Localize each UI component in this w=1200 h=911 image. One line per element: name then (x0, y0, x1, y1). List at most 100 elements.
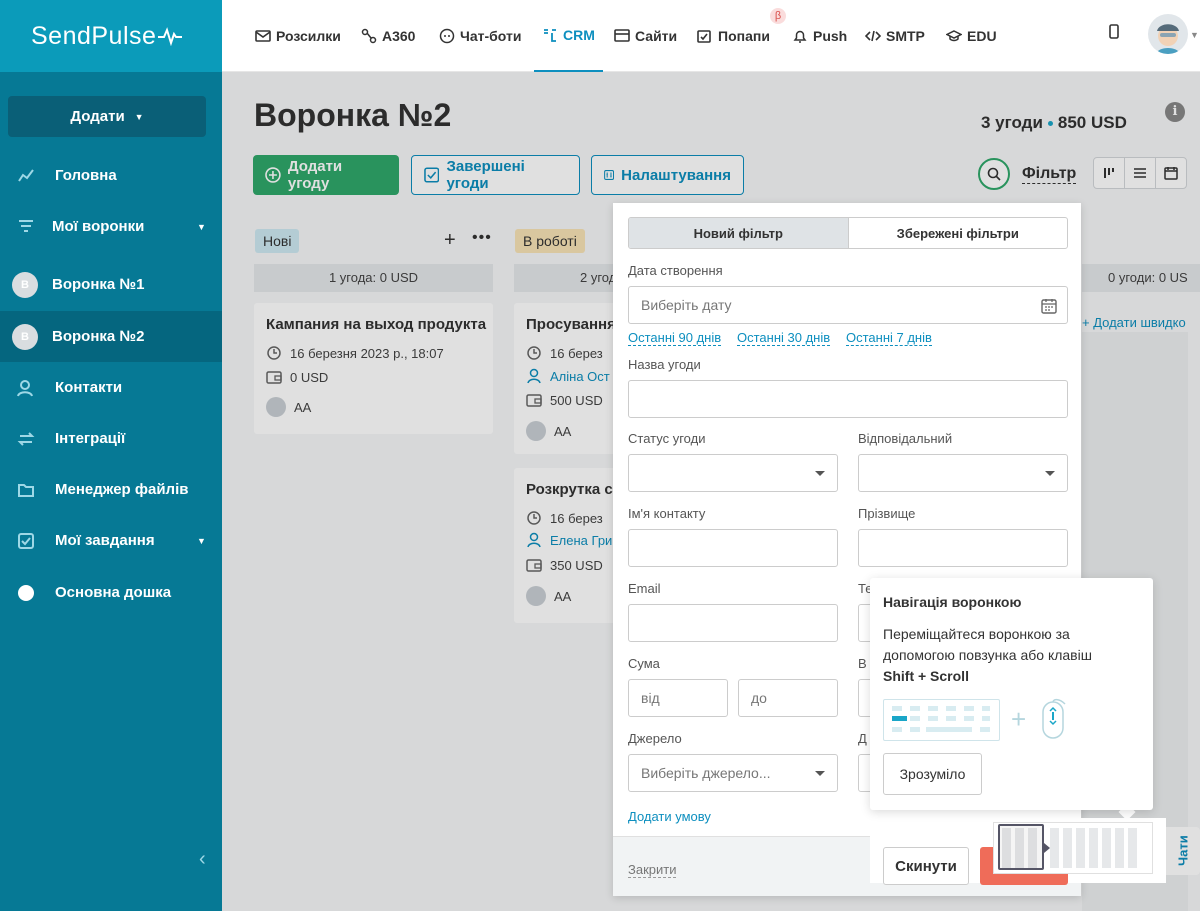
mobile-icon[interactable] (1108, 24, 1120, 40)
source-select[interactable]: Виберіть джерело... (628, 754, 838, 792)
caret-down-icon: ▼ (134, 111, 144, 122)
sidebar-item-my-tasks[interactable]: Мої завдання ▼ (0, 515, 222, 566)
responsible-select[interactable] (858, 454, 1068, 492)
sidebar-item-contacts[interactable]: Контакти (0, 362, 222, 413)
caret-down-icon (1045, 471, 1055, 476)
add-button[interactable]: Додати ▼ (8, 96, 206, 137)
got-it-button[interactable]: Зрозуміло (883, 753, 982, 795)
last-7-days-link[interactable]: Останні 7 днів (846, 330, 932, 346)
caret-down-icon: ▼ (197, 221, 206, 232)
nav-smtp[interactable]: SMTP (865, 0, 925, 72)
automation-icon (361, 28, 377, 44)
nav-label: CRM (563, 27, 595, 43)
status-select[interactable] (628, 454, 838, 492)
nav-mailings[interactable]: Розсилки (255, 0, 341, 72)
nav-label: Сайти (635, 28, 678, 44)
last-90-days-link[interactable]: Останні 90 днів (628, 330, 722, 346)
caret-down-icon (815, 771, 825, 776)
nav-push[interactable]: Push (792, 0, 847, 72)
popup-icon (697, 30, 711, 43)
created-date-label: Дата створення (628, 263, 723, 278)
integrations-icon (17, 432, 35, 446)
sidebar-item-label: Мої воронки (52, 218, 145, 235)
mail-icon (255, 30, 271, 42)
collapse-sidebar-icon[interactable]: ‹ (199, 848, 206, 871)
add-condition-link[interactable]: Додати умову (628, 809, 711, 824)
sum-label: Сума (628, 656, 660, 671)
mouse-scroll-icon (1042, 698, 1066, 739)
sidebar: SendPulse Додати ▼ Головна Мої воронки ▼… (0, 0, 222, 911)
sum-to-input[interactable]: до (738, 679, 838, 717)
minimap-viewport-handle[interactable] (998, 824, 1044, 870)
funnel-avatar: B (12, 271, 38, 298)
add-button-label: Додати (70, 108, 125, 125)
source-label: Джерело (628, 731, 682, 746)
sidebar-item-funnel-1[interactable]: B Воронка №1 (0, 259, 222, 310)
nav-chatbots[interactable]: Чат-боти (439, 0, 521, 72)
caret-down-icon: ▼ (197, 535, 206, 546)
keyboard-illustration-icon (883, 699, 1000, 741)
nav-popups[interactable]: Попапи (697, 0, 770, 72)
last-30-days-link[interactable]: Останні 30 днів (737, 330, 831, 346)
sum-from-placeholder: від (641, 690, 660, 706)
nav-a360[interactable]: A360 (361, 0, 415, 72)
navigation-tooltip: Навігація воронкою Переміщайтеся воронко… (870, 578, 1153, 810)
top-navigation: Розсилки A360 Чат-боти CRM Сайти Попапи … (222, 0, 1200, 72)
sidebar-item-home[interactable]: Головна (0, 150, 222, 201)
tooltip-keys: Shift + Scroll (883, 668, 969, 684)
date-picker-input[interactable]: Виберіть дату (628, 286, 1068, 324)
sidebar-item-file-manager[interactable]: Менеджер файлів (0, 464, 222, 515)
sidebar-item-label: Менеджер файлів (55, 481, 189, 498)
nav-label: Push (813, 28, 848, 44)
surname-input[interactable] (858, 529, 1068, 567)
surname-label: Прізвище (858, 506, 916, 521)
nav-edu[interactable]: EDU (946, 0, 997, 72)
sidebar-item-label: Контакти (55, 379, 123, 396)
contacts-icon (17, 380, 33, 397)
folder-icon (18, 484, 34, 497)
logo[interactable]: SendPulse (0, 0, 222, 72)
filter-tabs: Новий фільтр Збережені фільтри (628, 217, 1068, 249)
nav-label: SMTP (886, 28, 925, 44)
sidebar-item-label: Основна дошка (55, 584, 172, 601)
dashboard-icon (18, 169, 34, 182)
sidebar-item-funnel-2[interactable]: B Воронка №2 (0, 311, 222, 362)
status-label: Статус угоди (628, 431, 706, 446)
graduation-cap-icon (946, 30, 962, 42)
funnel-icon (19, 220, 33, 232)
sum-from-input[interactable]: від (628, 679, 728, 717)
logo-text: SendPulse (31, 21, 157, 50)
caret-down-icon (815, 471, 825, 476)
tab-saved-filters[interactable]: Збережені фільтри (849, 218, 1068, 248)
nav-websites[interactable]: Сайти (614, 0, 677, 72)
sidebar-item-label: Мої завдання (55, 532, 155, 549)
circle-icon (18, 585, 34, 601)
responsible-label: Відповідальний (858, 431, 953, 446)
sidebar-item-main-board[interactable]: Основна дошка (0, 567, 222, 618)
email-input[interactable] (628, 604, 838, 642)
close-filter-link[interactable]: Закрити (628, 862, 677, 878)
reset-filter-button[interactable]: Скинути (883, 847, 969, 885)
tasks-icon (18, 533, 34, 549)
bell-icon (793, 30, 807, 43)
source-placeholder: Виберіть джерело... (641, 765, 771, 781)
user-avatar[interactable] (1148, 14, 1188, 54)
nav-label: A360 (382, 28, 416, 44)
nav-crm[interactable]: CRM (534, 0, 603, 72)
tooltip-title: Навігація воронкою (883, 594, 1022, 610)
tooltip-text: Переміщайтеся воронкою за допомогою повз… (883, 624, 1143, 687)
funnel-avatar: B (12, 323, 38, 350)
sidebar-item-label: Головна (55, 167, 117, 184)
deal-name-input[interactable] (628, 380, 1068, 418)
crm-icon (544, 29, 557, 42)
sidebar-item-integrations[interactable]: Інтеграції (0, 413, 222, 464)
sum-to-placeholder: до (751, 690, 767, 706)
code-icon (865, 30, 881, 42)
field-label-b: В (858, 656, 867, 671)
sidebar-item-my-funnels[interactable]: Мої воронки ▼ (0, 201, 222, 252)
contact-name-input[interactable] (628, 529, 838, 567)
tab-new-filter[interactable]: Новий фільтр (629, 218, 849, 248)
sidebar-item-label: Інтеграції (55, 430, 126, 447)
beta-badge: β (770, 8, 786, 24)
caret-down-icon[interactable]: ▼ (1190, 30, 1199, 40)
